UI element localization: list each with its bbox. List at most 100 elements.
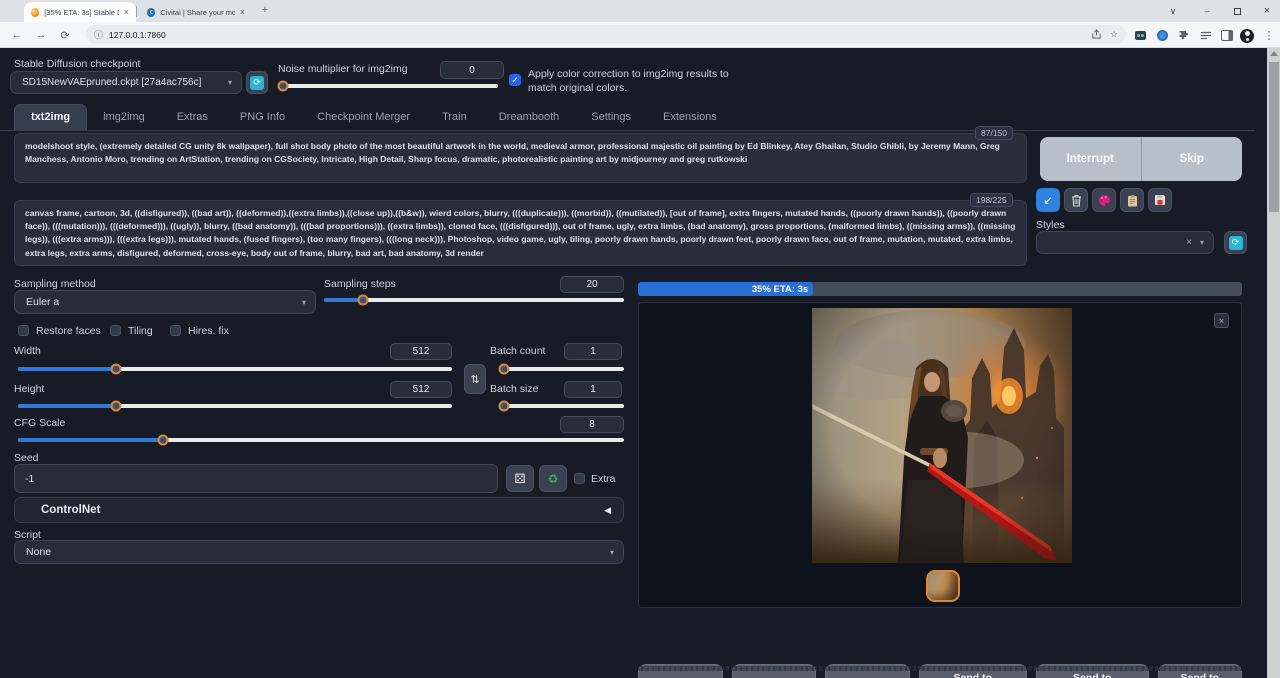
side-panel-icon[interactable] (1219, 28, 1235, 43)
dropdown-caret-icon: ▾ (610, 548, 614, 557)
menu-kebab-icon[interactable]: ⋮ (1261, 28, 1277, 43)
tab-dreambooth[interactable]: Dreambooth (483, 105, 576, 130)
extra-networks-button[interactable] (1092, 188, 1116, 212)
height-input[interactable]: 512 (390, 381, 452, 398)
reading-list-icon[interactable] (1198, 28, 1214, 43)
seed-input[interactable]: -1 (14, 464, 498, 493)
back-icon[interactable]: ← (8, 26, 26, 44)
sampling-steps-input[interactable]: 20 (560, 276, 624, 293)
gallery-thumbnail[interactable] (926, 570, 960, 602)
interrupt-skip-group: Interrupt Skip (1040, 137, 1242, 181)
slider-thumb[interactable] (111, 401, 122, 412)
generated-image[interactable] (812, 308, 1072, 563)
page-scrollbar[interactable] (1267, 48, 1280, 678)
tab-extensions[interactable]: Extensions (647, 105, 733, 130)
bookmark-star-icon[interactable]: ☆ (1110, 29, 1118, 40)
random-seed-button[interactable]: ⚄ (506, 465, 534, 492)
paste-params-icon: ↙ (1043, 194, 1052, 207)
styles-refresh-button[interactable]: ⟳ (1224, 231, 1247, 254)
batch-size-input[interactable]: 1 (564, 381, 622, 398)
paste-generation-params-button[interactable]: ↙ (1036, 188, 1060, 212)
batch-count-slider[interactable] (500, 367, 624, 371)
slider-thumb[interactable] (499, 401, 510, 412)
extension-grid-icon[interactable] (1132, 28, 1148, 43)
width-input[interactable]: 512 (390, 343, 452, 360)
tab-close-icon[interactable]: × (124, 7, 129, 17)
forward-icon[interactable]: → (32, 26, 50, 44)
hires-fix-label: Hires. fix (188, 325, 229, 337)
dropdown-caret-icon: ▾ (228, 78, 232, 87)
interrupt-button[interactable]: Interrupt (1040, 137, 1142, 181)
styles-dropdown[interactable]: × ▾ (1036, 231, 1214, 254)
tab-divider (136, 6, 137, 17)
noise-multiplier-slider[interactable] (280, 84, 498, 88)
progress-text: 35% ETA: 3s (752, 284, 813, 295)
scrollbar-thumb[interactable] (1269, 62, 1279, 212)
noise-multiplier-input[interactable]: 0 (440, 61, 504, 79)
tab-settings[interactable]: Settings (575, 105, 647, 130)
prompt-input[interactable]: modelshoot style, (extremely detailed CG… (14, 133, 1027, 183)
restore-faces-checkbox[interactable] (18, 325, 29, 336)
apply-style-button[interactable] (1120, 188, 1144, 212)
slider-thumb[interactable] (158, 435, 169, 446)
profile-avatar-icon[interactable] (1239, 28, 1255, 43)
tab-png-info[interactable]: PNG Info (224, 105, 301, 130)
tab-train[interactable]: Train (426, 105, 483, 130)
clear-styles-icon[interactable]: × (1186, 237, 1192, 248)
negative-prompt-input[interactable]: canvas frame, cartoon, 3d, ((disfigured)… (14, 200, 1027, 266)
site-info-icon[interactable]: ⓘ (94, 28, 103, 41)
scroll-up-arrow-icon[interactable] (1270, 51, 1278, 56)
tab-search-chevron-icon[interactable]: ∨ (1158, 0, 1188, 22)
color-correction-checkbox[interactable]: ✓ (509, 74, 521, 86)
hires-fix-checkbox[interactable] (170, 325, 181, 336)
screen: [35% ETA: 3s] Stable Diffusion × Civitai… (0, 0, 1280, 678)
sampling-steps-slider[interactable] (324, 298, 624, 302)
tab-checkpoint-merger[interactable]: Checkpoint Merger (301, 105, 426, 130)
sampling-method-dropdown[interactable]: Euler a ▾ (14, 290, 316, 314)
close-preview-button[interactable]: × (1214, 313, 1229, 328)
window-minimize-button[interactable]: – (1192, 0, 1222, 22)
batch-size-slider[interactable] (500, 404, 624, 408)
checkpoint-dropdown[interactable]: SD15NewVAEpruned.ckpt [27a4ac756c] ▾ (10, 71, 242, 94)
window-close-button[interactable]: × (1252, 0, 1280, 22)
tab-extras[interactable]: Extras (161, 105, 224, 130)
swap-dimensions-button[interactable]: ⇅ (464, 364, 486, 394)
width-slider[interactable] (18, 367, 452, 371)
browser-tab-civitai[interactable]: Civitai | Share your models × (140, 2, 252, 22)
checkpoint-label: Stable Diffusion checkpoint (14, 58, 140, 70)
slider-thumb[interactable] (358, 295, 369, 306)
skip-button[interactable]: Skip (1142, 137, 1243, 181)
script-dropdown[interactable]: None ▾ (14, 540, 624, 564)
slider-thumb[interactable] (111, 364, 122, 375)
batch-count-input[interactable]: 1 (564, 343, 622, 360)
stable-diffusion-webui: Stable Diffusion checkpoint SD15NewVAEpr… (0, 48, 1267, 678)
tiling-checkbox[interactable] (110, 325, 121, 336)
tab-img2img[interactable]: img2img (87, 105, 161, 130)
batch-size-label: Batch size (490, 383, 538, 395)
checkpoint-refresh-button[interactable]: ⟳ (246, 71, 268, 94)
extension-blue-icon[interactable] (1154, 28, 1170, 43)
extra-seed-checkbox[interactable] (574, 473, 585, 484)
tab-txt2img[interactable]: txt2img (14, 104, 87, 130)
slider-thumb[interactable] (499, 364, 510, 375)
extensions-puzzle-icon[interactable] (1176, 28, 1192, 43)
browser-tab-stable-diffusion[interactable]: [35% ETA: 3s] Stable Diffusion × (24, 2, 136, 22)
address-bar[interactable]: ⓘ 127.0.0.1:7860 ☆ (86, 25, 1126, 44)
save-style-button[interactable] (1148, 188, 1172, 212)
cfg-scale-input[interactable]: 8 (560, 416, 624, 433)
restore-faces-label: Restore faces (36, 325, 101, 337)
save-style-icon (1154, 194, 1166, 206)
height-slider[interactable] (18, 404, 452, 408)
cfg-scale-slider[interactable] (18, 438, 624, 442)
controlnet-accordion[interactable]: ControlNet ◀ (14, 497, 624, 523)
tab-close-icon[interactable]: × (240, 7, 245, 17)
new-tab-button[interactable]: + (258, 4, 272, 16)
reload-icon[interactable]: ⟳ (56, 26, 74, 44)
window-maximize-button[interactable] (1222, 0, 1252, 22)
reuse-seed-button[interactable]: ♻ (539, 465, 567, 492)
clear-prompt-button[interactable] (1064, 188, 1088, 212)
refresh-icon: ⟳ (1229, 236, 1243, 250)
slider-thumb[interactable] (278, 81, 289, 92)
share-icon[interactable] (1091, 29, 1102, 40)
progress-fill: 35% ETA: 3s (638, 282, 813, 296)
